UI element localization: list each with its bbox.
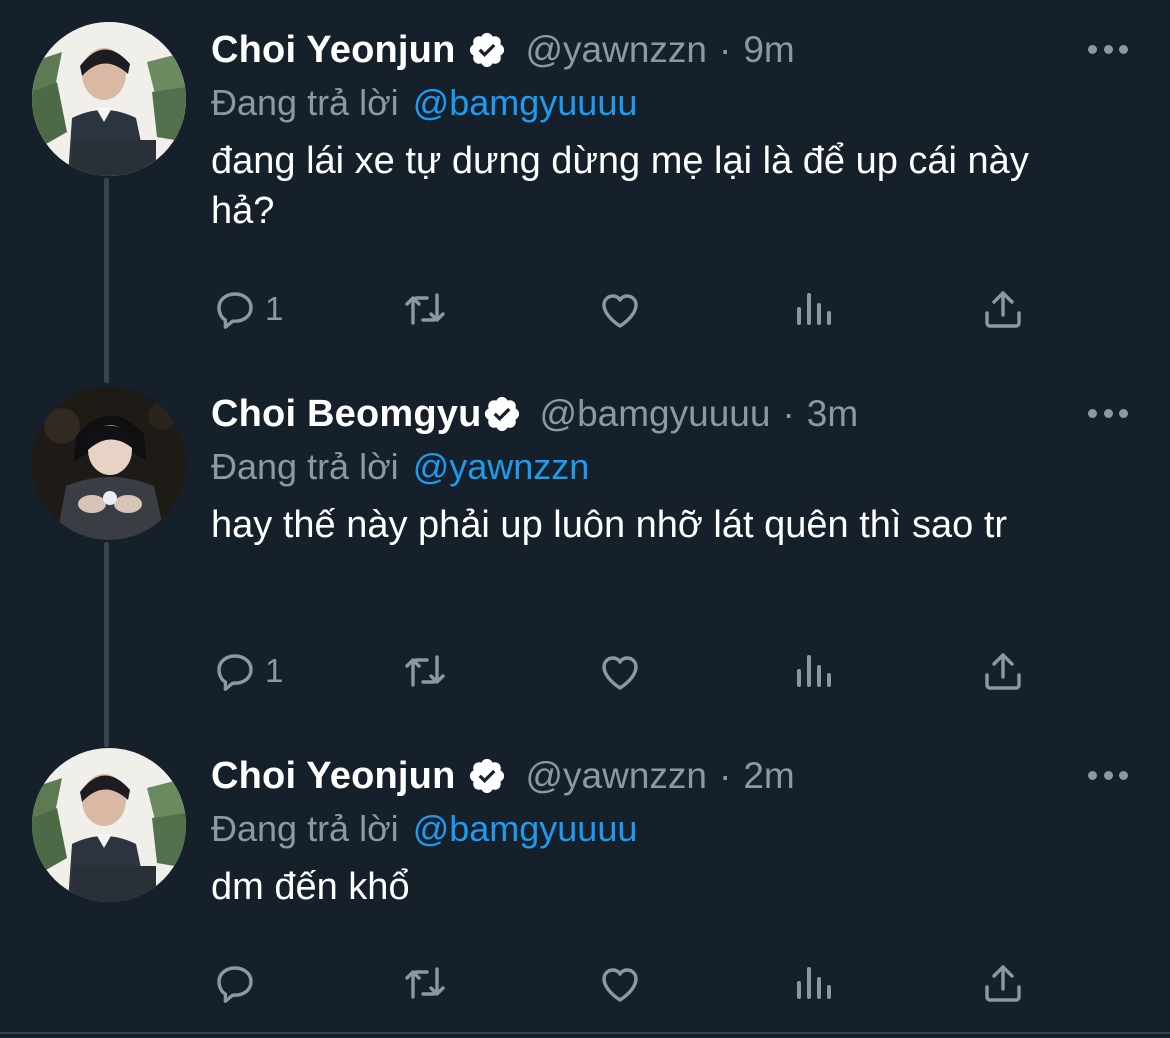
analytics-icon — [797, 293, 831, 325]
tweet-actions: 1 — [211, 646, 1051, 696]
tweet-content: Choi Yeonjun @yawnzzn · 9m Đang trả lời … — [211, 22, 1111, 236]
tweet-header: Choi Yeonjun @yawnzzn · 2m — [211, 748, 1111, 804]
analytics-button[interactable] — [789, 284, 837, 334]
user-handle[interactable]: @yawnzzn — [525, 29, 707, 71]
reply-button[interactable] — [211, 958, 265, 1008]
reply-count: 1 — [265, 652, 284, 689]
like-button[interactable] — [596, 284, 644, 334]
verified-badge-icon — [467, 756, 507, 796]
tweet-content: Choi Beomgyu @bamgyuuuu · 3m Đang trả lờ… — [211, 386, 1111, 550]
thread-connector — [104, 178, 109, 383]
replying-to: Đang trả lời @bamgyuuuu — [211, 804, 1111, 854]
more-icon[interactable] — [1088, 768, 1128, 782]
display-name[interactable]: Choi Beomgyu — [211, 393, 482, 436]
divider — [0, 1032, 1170, 1034]
replying-to-label: Đang trả lời — [211, 82, 399, 123]
like-button[interactable] — [596, 646, 644, 696]
share-button[interactable] — [979, 646, 1027, 696]
tweet-header: Choi Beomgyu @bamgyuuuu · 3m — [211, 386, 1111, 442]
comment-icon — [217, 966, 253, 1003]
retweet-icon — [405, 967, 445, 999]
verified-badge-icon — [467, 30, 507, 70]
share-icon — [985, 653, 1021, 690]
comment-icon — [217, 292, 253, 329]
more-icon[interactable] — [1088, 42, 1128, 56]
user-handle[interactable]: @yawnzzn — [525, 755, 707, 797]
user-handle[interactable]: @bamgyuuuu — [540, 393, 771, 435]
comment-icon — [217, 654, 253, 691]
share-button[interactable] — [979, 958, 1027, 1008]
replying-to-handle[interactable]: @bamgyuuuu — [413, 808, 638, 850]
heart-icon — [602, 968, 638, 1002]
avatar[interactable] — [32, 386, 186, 540]
replying-to-label: Đang trả lời — [211, 808, 399, 849]
share-icon — [985, 291, 1021, 328]
thread-connector — [104, 542, 109, 747]
tweet-content: Choi Yeonjun @yawnzzn · 2m Đang trả lời … — [211, 748, 1111, 912]
separator-dot: · — [719, 755, 732, 796]
reply-button[interactable]: 1 — [211, 284, 283, 334]
tweet-text: hay thế này phải up luôn nhỡ lát quên th… — [211, 504, 1008, 546]
timestamp[interactable]: 3m — [807, 393, 858, 435]
share-button[interactable] — [979, 284, 1027, 334]
tweet-thread: Choi Yeonjun @yawnzzn · 9m Đang trả lời … — [0, 0, 1170, 1038]
separator-dot: · — [782, 393, 795, 434]
replying-to-handle[interactable]: @yawnzzn — [413, 446, 590, 488]
reply-button[interactable]: 1 — [211, 646, 283, 696]
verified-badge-icon — [482, 394, 522, 434]
timestamp[interactable]: 2m — [743, 755, 794, 797]
display-name[interactable]: Choi Yeonjun — [211, 755, 455, 798]
more-icon[interactable] — [1088, 406, 1128, 420]
retweet-button[interactable] — [401, 646, 449, 696]
retweet-icon — [405, 293, 445, 325]
like-button[interactable] — [596, 958, 644, 1008]
tweet-actions: 1 — [211, 284, 1051, 334]
avatar[interactable] — [32, 22, 186, 176]
analytics-button[interactable] — [789, 646, 837, 696]
retweet-button[interactable] — [401, 958, 449, 1008]
avatar[interactable] — [32, 748, 186, 902]
separator-dot: · — [719, 29, 732, 70]
heart-icon — [602, 656, 638, 690]
replying-to-label: Đang trả lời — [211, 446, 399, 487]
timestamp[interactable]: 9m — [743, 29, 794, 71]
analytics-icon — [797, 967, 831, 999]
share-icon — [985, 965, 1021, 1002]
retweet-button[interactable] — [401, 284, 449, 334]
tweet-text: dm đến khổ — [211, 866, 410, 908]
reply-count: 1 — [265, 290, 284, 327]
tweet-text: đang lái xe tự dưng dừng mẹ lại là để up… — [211, 140, 1029, 232]
display-name[interactable]: Choi Yeonjun — [211, 29, 455, 72]
tweet-actions — [211, 958, 1051, 1008]
replying-to: Đang trả lời @yawnzzn — [211, 442, 1111, 492]
retweet-icon — [405, 655, 445, 687]
analytics-icon — [797, 655, 831, 687]
tweet-header: Choi Yeonjun @yawnzzn · 9m — [211, 22, 1111, 78]
heart-icon — [602, 294, 638, 328]
replying-to: Đang trả lời @bamgyuuuu — [211, 78, 1111, 128]
analytics-button[interactable] — [789, 958, 837, 1008]
replying-to-handle[interactable]: @bamgyuuuu — [413, 82, 638, 124]
